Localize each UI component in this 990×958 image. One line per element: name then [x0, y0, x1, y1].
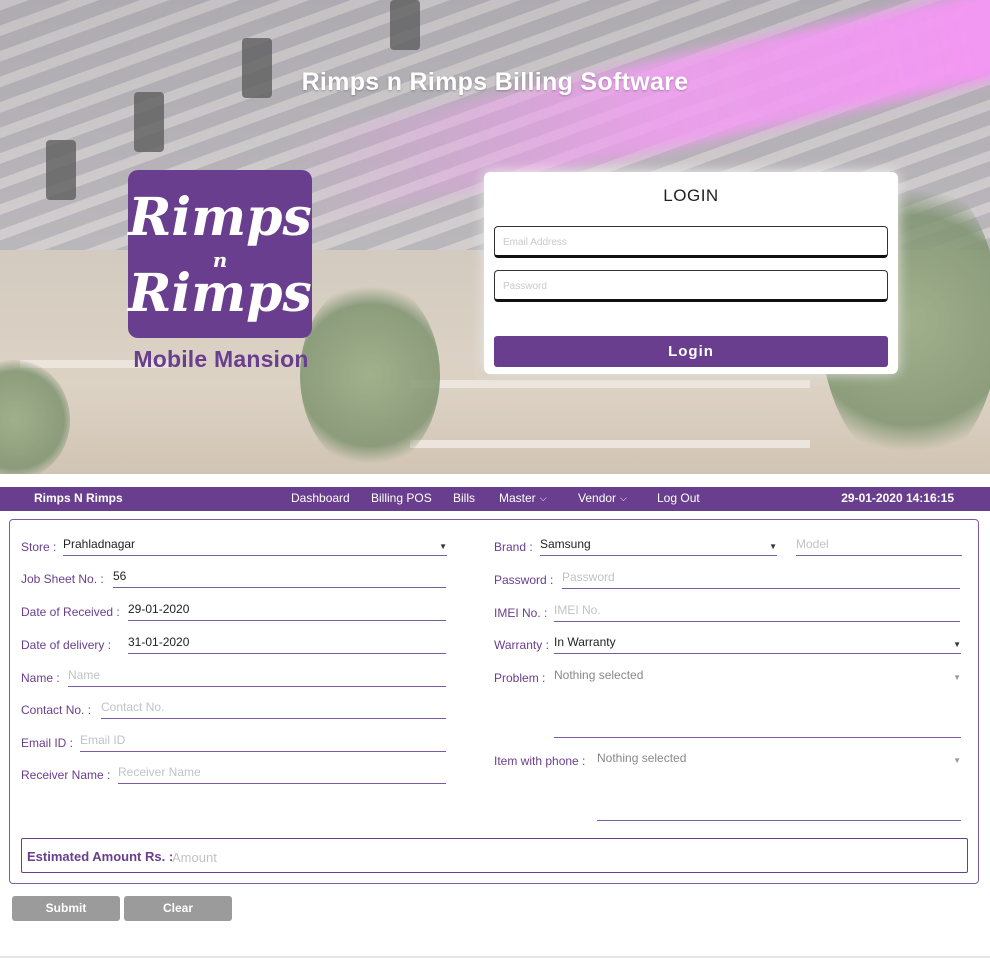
password-field[interactable]: Password [562, 569, 960, 589]
name-placeholder: Name [68, 668, 101, 682]
nav-item-vendor[interactable]: Vendor ⌵ [578, 491, 627, 505]
clear-button[interactable]: Clear [124, 896, 232, 921]
job-sheet-value: 56 [113, 569, 127, 583]
caret-down-icon: ▼ [953, 640, 961, 649]
job-sheet-label: Job Sheet No. : [21, 572, 104, 586]
login-email-field[interactable]: Email Address [494, 226, 888, 258]
nav-item-master[interactable]: Master ⌵ [499, 491, 547, 505]
brand-logo: Rimps n Rimps [128, 170, 312, 338]
brand-label: Brand : [494, 540, 533, 554]
imei-placeholder: IMEI No. [554, 603, 601, 617]
receiver-field[interactable]: Receiver Name [118, 764, 446, 784]
estimated-amount-field[interactable]: Estimated Amount Rs. : Amount [21, 838, 968, 873]
contact-label: Contact No. : [21, 703, 92, 717]
problem-value: Nothing selected [554, 668, 644, 682]
email-field[interactable]: Email ID [80, 732, 446, 752]
brand-select[interactable]: Samsung ▼ [540, 536, 777, 556]
nav-item-log-out[interactable]: Log Out [657, 491, 700, 505]
chevron-down-icon: ⌵ [620, 493, 627, 503]
nav-item-label: Bills [453, 491, 476, 505]
caret-down-icon: ▼ [439, 542, 447, 551]
date-received-field[interactable]: 29-01-2020 [128, 601, 446, 621]
nav-datetime: 29-01-2020 14:16:15 [841, 491, 954, 505]
caret-down-icon: ▼ [953, 756, 961, 765]
caret-down-icon: ▼ [953, 673, 961, 682]
hero-banner: Rimps n Rimps Billing Software Rimps n R… [0, 0, 990, 474]
name-field[interactable]: Name [68, 667, 446, 687]
login-password-field[interactable]: Password [494, 270, 888, 302]
item-with-phone-multiselect[interactable]: Nothing selected ▼ [597, 750, 961, 821]
date-received-label: Date of Received : [21, 605, 120, 619]
receiver-label: Receiver Name : [21, 768, 111, 782]
logo-line-3: Rimps [128, 263, 312, 324]
date-received-value: 29-01-2020 [128, 602, 190, 616]
nav-item-label: Dashboard [291, 491, 350, 505]
item-with-phone-value: Nothing selected [597, 751, 687, 765]
password-placeholder: Password [562, 570, 615, 584]
login-button[interactable]: Login [494, 336, 888, 367]
model-placeholder: Model [796, 537, 829, 551]
store-select[interactable]: Prahladnagar ▼ [63, 536, 447, 556]
login-card: LOGIN Email Address Password Login [484, 172, 898, 374]
nav-item-dashboard[interactable]: Dashboard [291, 491, 350, 505]
imei-field[interactable]: IMEI No. [554, 602, 960, 622]
login-password-placeholder: Password [503, 281, 547, 292]
model-field[interactable]: Model [796, 536, 962, 556]
login-title: LOGIN [663, 186, 719, 205]
chevron-down-icon: ⌵ [539, 493, 547, 503]
nav-item-label: Master [499, 491, 536, 505]
contact-field[interactable]: Contact No. [101, 699, 446, 719]
password-label: Password : [494, 573, 554, 587]
nav-item-label: Billing POS [371, 491, 432, 505]
date-delivery-label: Date of delivery : [21, 638, 112, 652]
logo-line-1: Rimps [128, 187, 312, 248]
nav-brand[interactable]: Rimps N Rimps [34, 491, 123, 505]
brand-value: Samsung [540, 537, 591, 551]
nav-item-label: Log Out [657, 491, 700, 505]
top-navbar: Rimps N Rimps Dashboard Billing POS Bill… [0, 487, 990, 511]
nav-item-billing-pos[interactable]: Billing POS [371, 491, 432, 505]
imei-label: IMEI No. : [494, 606, 548, 620]
receiver-placeholder: Receiver Name [118, 765, 201, 779]
store-value: Prahladnagar [63, 537, 136, 551]
warranty-select[interactable]: In Warranty ▼ [554, 634, 961, 654]
app-title: Rimps n Rimps Billing Software [301, 68, 689, 96]
problem-multiselect[interactable]: Nothing selected ▼ [554, 667, 961, 738]
item-with-phone-label: Item with phone : [494, 754, 586, 768]
logo-subtitle: Mobile Mansion [133, 346, 309, 372]
caret-down-icon: ▼ [769, 542, 777, 551]
nav-item-bills[interactable]: Bills [453, 491, 475, 505]
date-delivery-field[interactable]: 31-01-2020 [128, 634, 446, 654]
email-placeholder: Email ID [80, 733, 126, 747]
problem-label: Problem : [494, 671, 546, 685]
name-label: Name : [21, 671, 60, 685]
date-delivery-value: 31-01-2020 [128, 635, 190, 649]
submit-button[interactable]: Submit [12, 896, 120, 921]
estimated-amount-placeholder: Amount [172, 850, 217, 865]
warranty-label: Warranty : [494, 638, 549, 652]
login-email-placeholder: Email Address [503, 237, 567, 248]
contact-placeholder: Contact No. [101, 700, 165, 714]
warranty-value: In Warranty [554, 635, 616, 649]
store-label: Store : [21, 540, 57, 554]
email-label: Email ID : [21, 736, 74, 750]
estimated-amount-label: Estimated Amount Rs. : [27, 849, 174, 864]
nav-item-label: Vendor [578, 491, 617, 505]
job-sheet-field[interactable]: 56 [113, 568, 446, 588]
